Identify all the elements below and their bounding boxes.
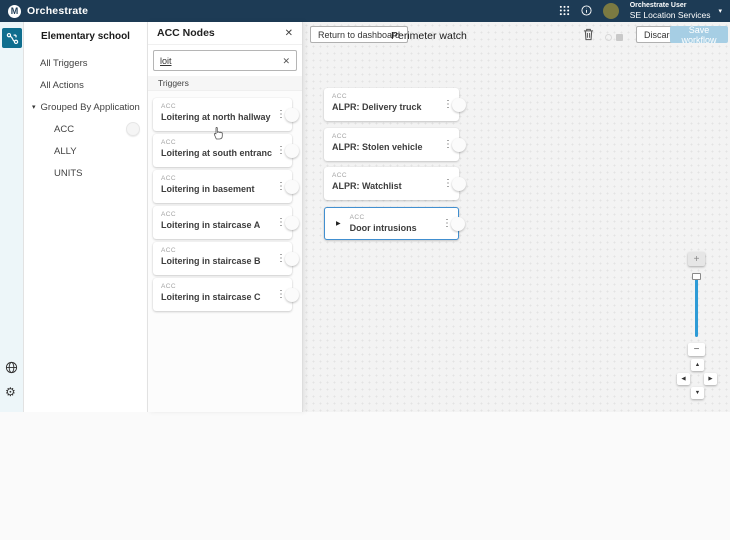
play-icon[interactable]: ▶ [336, 220, 341, 227]
node-app-label: ACC [332, 133, 439, 140]
output-connector[interactable] [452, 138, 466, 152]
output-connector[interactable] [285, 252, 299, 266]
node-app-label: ACC [350, 214, 417, 221]
card-app-label: ACC [161, 283, 272, 290]
user-org: SE Location Services [630, 10, 711, 20]
acc-loading-icon [126, 122, 140, 136]
output-connector[interactable] [452, 177, 466, 191]
tree-item-acc[interactable]: ACC [24, 118, 147, 140]
output-connector[interactable] [285, 108, 299, 122]
user-menu-caret-icon[interactable]: ▾ [718, 7, 722, 15]
motorola-logo-icon: M [8, 5, 21, 18]
canvas-node-alpr-delivery-truck[interactable]: ACC ALPR: Delivery truck ⋮ [324, 88, 459, 121]
output-connector[interactable] [451, 217, 465, 231]
trigger-results-list: ACC Loitering at north hallway ⋮ ACC Loi… [148, 91, 302, 321]
workflow-icon [6, 32, 19, 45]
left-icon-strip: ⚙ [0, 22, 24, 412]
site-title: Elementary school [24, 22, 147, 52]
save-workflow-button[interactable]: Save workflow [670, 26, 728, 43]
acc-nodes-panel-header: ACC Nodes ✕ [148, 22, 302, 45]
pan-up-button[interactable]: ▲ [691, 359, 704, 371]
card-title: Loitering at north hallway [161, 112, 272, 122]
zoom-in-button[interactable]: + [688, 252, 705, 266]
card-app-label: ACC [161, 139, 272, 146]
node-search-input[interactable] [153, 50, 297, 71]
close-panel-icon[interactable]: ✕ [285, 28, 293, 39]
trigger-card-loitering-staircase-b[interactable]: ACC Loitering in staircase B ⋮ [153, 242, 292, 275]
acc-nodes-panel: ACC Nodes ✕ ✕ Triggers ACC Loitering at … [148, 22, 303, 412]
zoom-out-button[interactable]: − [688, 343, 705, 356]
canvas-node-alpr-stolen-vehicle[interactable]: ACC ALPR: Stolen vehicle ⋮ [324, 128, 459, 161]
tree-group-label: Grouped By Application [41, 102, 140, 113]
node-app-label: ACC [332, 93, 439, 100]
card-app-label: ACC [161, 247, 272, 254]
undo-icon[interactable] [605, 34, 612, 41]
trigger-card-loitering-north-hallway[interactable]: ACC Loitering at north hallway ⋮ [153, 98, 292, 131]
card-app-label: ACC [161, 103, 272, 110]
workflow-tree-panel: Elementary school All Triggers All Actio… [24, 22, 148, 412]
node-title: ALPR: Stolen vehicle [332, 142, 439, 152]
user-avatar[interactable] [603, 3, 619, 19]
pan-right-button[interactable]: ▶ [704, 373, 717, 385]
node-app-label: ACC [332, 172, 439, 179]
orchestrate-app-window: M Orchestrate Orchestrate User SE Locati… [0, 0, 730, 412]
card-title: Loitering in staircase A [161, 220, 272, 230]
info-icon[interactable] [581, 5, 592, 16]
redo-icon[interactable] [616, 34, 623, 41]
output-connector[interactable] [285, 144, 299, 158]
workflow-name: Perimeter watch [391, 30, 467, 42]
zoom-slider-thumb[interactable] [692, 273, 701, 280]
panel-title: ACC Nodes [157, 27, 285, 39]
canvas-node-door-intrusions[interactable]: ▶ ACC Door intrusions ⋮ [324, 207, 459, 240]
workflows-nav-button[interactable] [2, 28, 22, 48]
output-connector[interactable] [452, 98, 466, 112]
user-info[interactable]: Orchestrate User SE Location Services [630, 2, 711, 21]
canvas-node-alpr-watchlist[interactable]: ACC ALPR: Watchlist ⋮ [324, 167, 459, 200]
tree-item-units-label: UNITS [54, 168, 83, 179]
clear-search-icon[interactable]: ✕ [282, 56, 290, 67]
tree-expand-caret-icon[interactable]: ▾ [32, 103, 36, 111]
tree-item-acc-label: ACC [54, 124, 74, 135]
card-title: Loitering in staircase B [161, 256, 272, 266]
tree-item-ally-label: ALLY [54, 146, 77, 157]
tree-item-all-actions[interactable]: All Actions [24, 74, 147, 96]
trigger-card-loitering-staircase-c[interactable]: ACC Loitering in staircase C ⋮ [153, 278, 292, 311]
trigger-card-loitering-south-entrance[interactable]: ACC Loitering at south entrance ⋮ [153, 134, 292, 167]
card-title: Loitering at south entrance [161, 148, 272, 158]
tree-item-ally[interactable]: ALLY [24, 140, 147, 162]
workflow-canvas[interactable]: Return to dashboard Perimeter watch Disc… [303, 22, 730, 412]
top-bar: M Orchestrate Orchestrate User SE Locati… [0, 0, 730, 22]
apps-grid-icon[interactable] [559, 5, 570, 16]
globe-icon[interactable] [5, 361, 18, 379]
triggers-section-header: Triggers [148, 76, 302, 91]
node-title: ALPR: Watchlist [332, 181, 439, 191]
pan-down-button[interactable]: ▼ [691, 387, 704, 399]
zoom-slider[interactable] [695, 273, 698, 337]
tree-group-by-application[interactable]: ▾ Grouped By Application [24, 96, 147, 118]
app-title: Orchestrate [27, 5, 88, 17]
tree-item-units[interactable]: UNITS [24, 162, 147, 184]
card-app-label: ACC [161, 211, 272, 218]
trigger-card-loitering-staircase-a[interactable]: ACC Loitering in staircase A ⋮ [153, 206, 292, 239]
tree-item-all-triggers[interactable]: All Triggers [24, 52, 147, 74]
user-name: Orchestrate User [630, 2, 711, 10]
node-title: ALPR: Delivery truck [332, 102, 439, 112]
output-connector[interactable] [285, 288, 299, 302]
node-title: Door intrusions [350, 223, 417, 233]
delete-trash-icon[interactable] [583, 28, 594, 46]
card-title: Loitering in basement [161, 184, 272, 194]
output-connector[interactable] [285, 180, 299, 194]
pan-left-button[interactable]: ◀ [677, 373, 690, 385]
search-container: ✕ [148, 45, 302, 76]
settings-gear-icon[interactable]: ⚙ [5, 386, 16, 398]
trigger-card-loitering-basement[interactable]: ACC Loitering in basement ⋮ [153, 170, 292, 203]
card-title: Loitering in staircase C [161, 292, 272, 302]
card-app-label: ACC [161, 175, 272, 182]
output-connector[interactable] [285, 216, 299, 230]
